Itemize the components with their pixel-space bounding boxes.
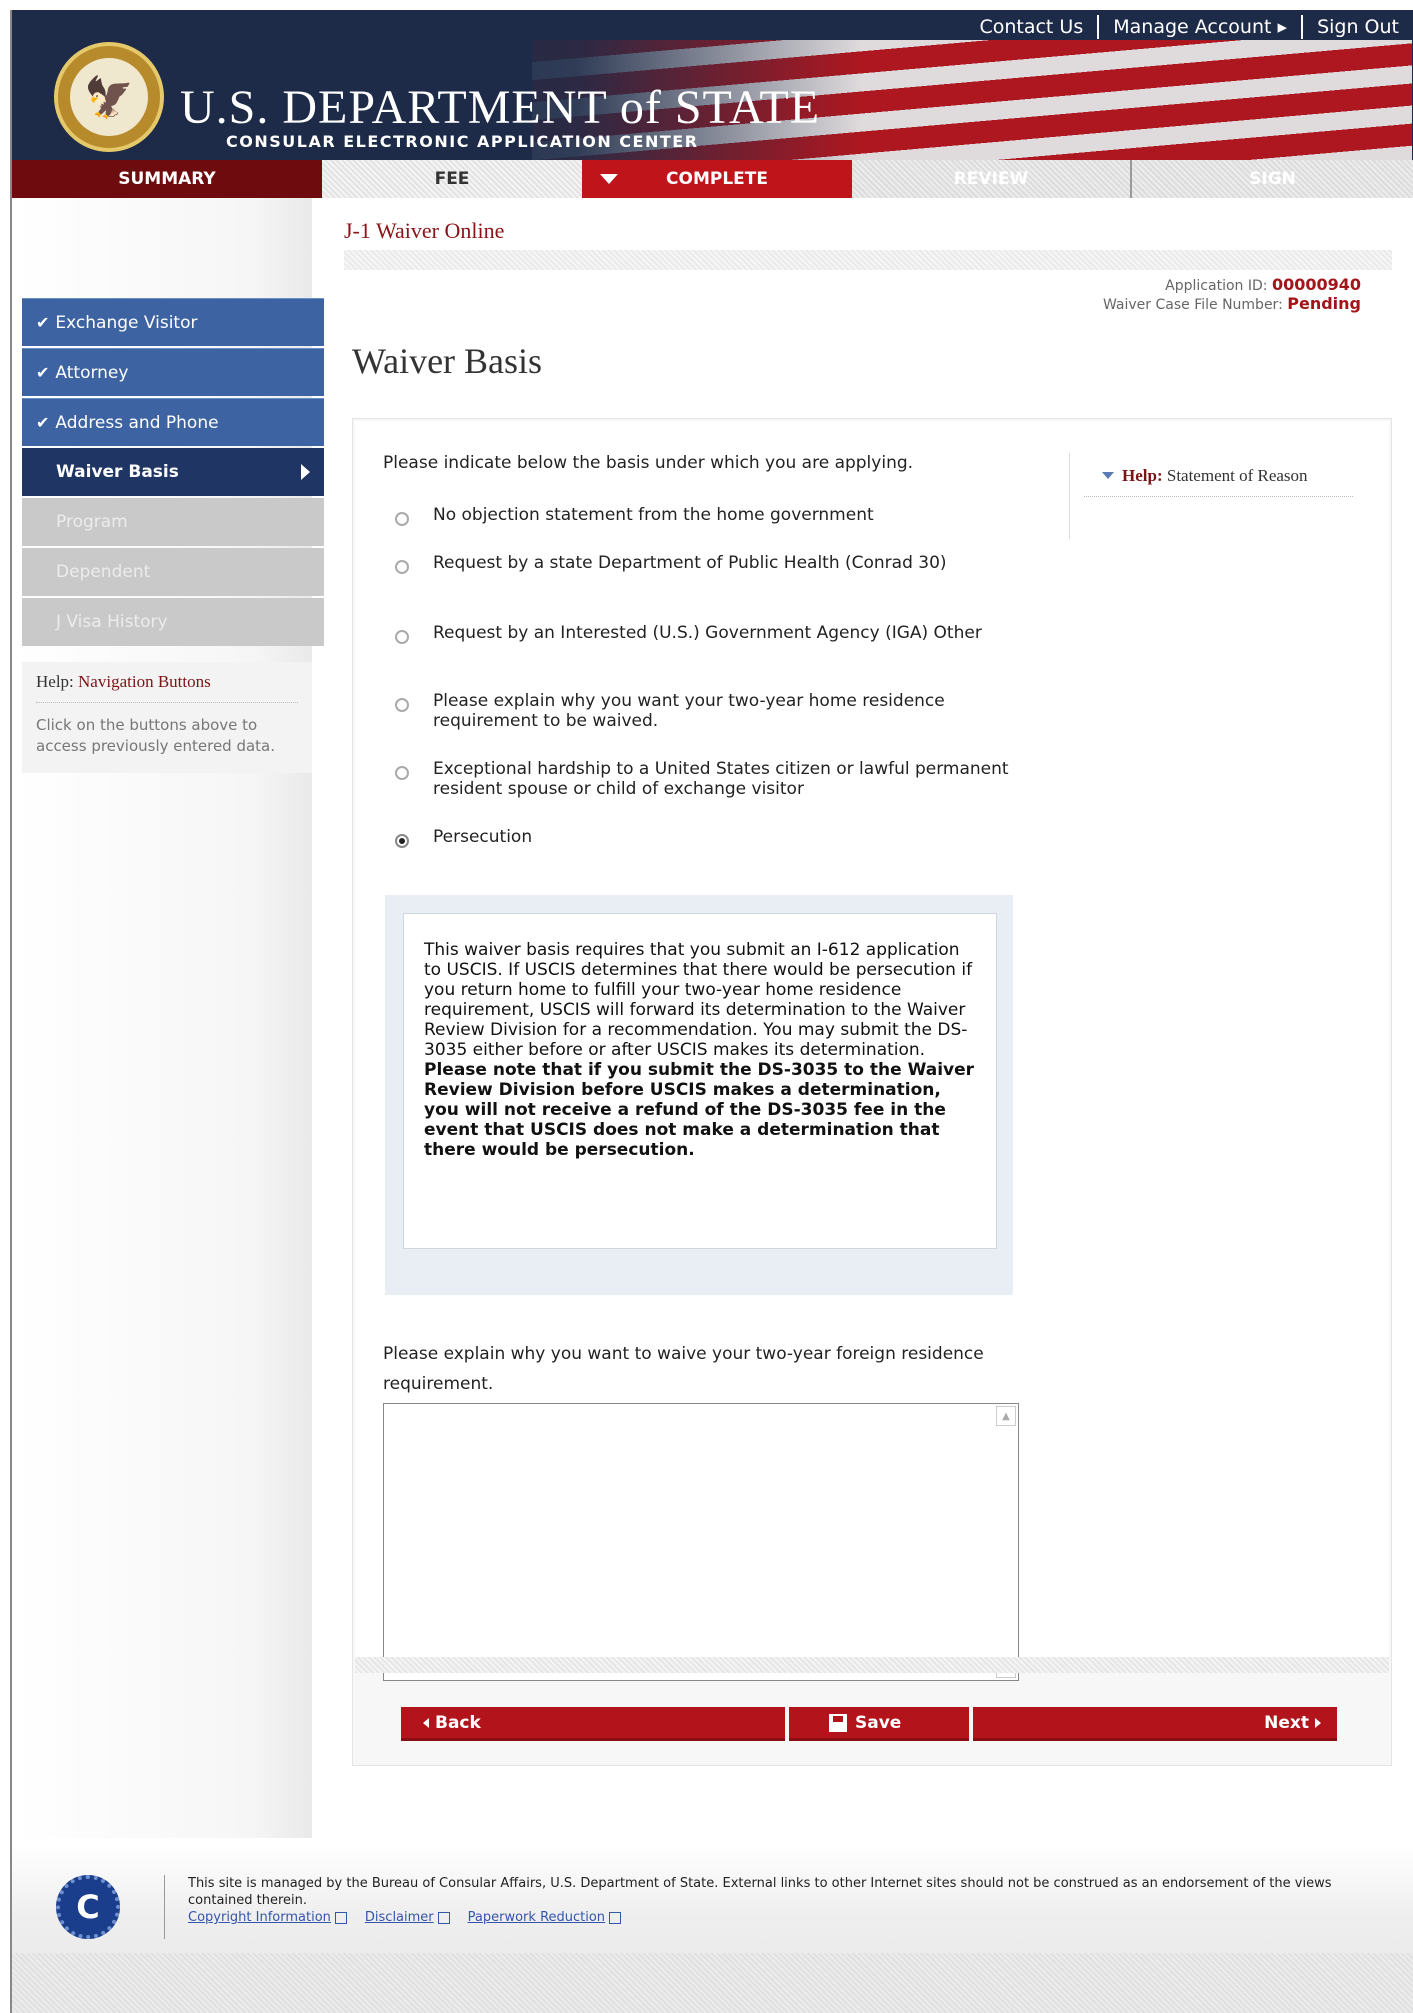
question-label: Please indicate below the basis under wh… [383,453,914,473]
case-file-number: Pending [1287,294,1361,313]
site-footer: C This site is managed by the Bureau of … [12,1845,1413,2013]
next-button[interactable]: Next [973,1707,1337,1741]
form-buttons: Back Save Next [401,1707,1337,1743]
back-button[interactable]: Back [401,1707,785,1741]
step-review: REVIEW [852,160,1132,198]
sign-out-link[interactable]: Sign Out [1303,16,1413,38]
external-link-icon [437,1911,450,1924]
explain-label: Please explain why you want to waive you… [383,1344,984,1394]
sidebar-item-dependent: Dependent [22,548,324,596]
triangle-left-icon [423,1717,429,1728]
external-link-icon [609,1911,622,1924]
save-button[interactable]: Save [789,1707,969,1741]
triangle-down-icon [1102,472,1114,479]
step-complete[interactable]: COMPLETE [582,160,852,198]
statement-of-reason-help-link[interactable]: Help: Statement of Reason [1084,453,1353,497]
consular-affairs-logo: C [56,1875,120,1939]
floppy-disk-icon [829,1713,847,1732]
option-persecution[interactable]: Persecution [395,827,1053,848]
statement-of-reason-help: Help: Statement of Reason [1069,453,1353,539]
option-explain[interactable]: Please explain why you want your two-yea… [395,691,1053,731]
option-iga[interactable]: Request by an Interested (U.S.) Governme… [395,623,1053,644]
navigation-help-title[interactable]: Help: Navigation Buttons [36,672,298,703]
sidebar-nav: ✔ Exchange Visitor ✔ Attorney ✔ Address and… [22,298,324,648]
arrow-right-icon [301,464,310,480]
radio-button[interactable] [395,698,409,712]
navigation-help-text: Click on the buttons above to access pre… [36,716,276,755]
sidebar-item-j-visa-history: J Visa History [22,598,324,646]
radio-button[interactable] [395,766,409,780]
application-id: 00000940 [1271,275,1361,294]
department-title: U.S. DEPARTMENT of STATE [180,81,821,134]
persecution-note-warning: Please note that if you submit the DS-30… [424,1060,975,1160]
step-summary[interactable]: SUMMARY [12,160,322,198]
radio-button-selected[interactable] [395,834,409,848]
radio-button[interactable] [395,512,409,526]
check-icon: ✔ [36,413,50,432]
department-subtitle: CONSULAR ELECTRONIC APPLICATION CENTER [226,132,699,151]
option-no-objection[interactable]: No objection statement from the home gov… [395,505,1053,526]
persecution-note-box: This waiver basis requires that you subm… [385,895,1013,1295]
footer-disclaimer-text: This site is managed by the Bureau of Co… [188,1876,1332,1908]
chevron-down-icon [600,174,618,184]
top-links: Contact Us Manage Account ▸ Sign Out [965,10,1413,44]
eagle-icon: 🦅 [70,58,148,136]
application-id-block: Application ID: 00000940 Waiver Case Fil… [1102,275,1361,313]
paperwork-reduction-link[interactable]: Paperwork Reduction [468,1909,622,1926]
check-icon: ✔ [36,313,50,332]
copyright-information-link[interactable]: Copyright Information [188,1909,347,1926]
option-conrad-30[interactable]: Request by a state Department of Public … [395,553,1053,574]
waiver-basis-panel: Please indicate below the basis under wh… [352,418,1392,1766]
disclaimer-link[interactable]: Disclaimer [365,1909,450,1926]
persecution-note-text: This waiver basis requires that you subm… [424,940,973,1060]
external-link-icon [334,1911,347,1924]
scroll-up-icon[interactable]: ▲ [996,1406,1016,1426]
department-seal-logo: 🦅 [54,42,164,152]
page: Contact Us Manage Account ▸ Sign Out 🦅 U… [10,10,1413,2013]
sidebar-item-waiver-basis[interactable]: Waiver Basis [22,448,324,496]
radio-button[interactable] [395,630,409,644]
application-name: J-1 Waiver Online [344,218,505,243]
progress-steps: SUMMARY FEE COMPLETE REVIEW SIGN [12,160,1413,198]
sidebar-item-address-and-phone[interactable]: ✔ Address and Phone [22,398,324,446]
step-fee[interactable]: FEE [322,160,582,198]
site-header: Contact Us Manage Account ▸ Sign Out 🦅 U… [12,10,1413,198]
manage-account-link[interactable]: Manage Account ▸ [1099,16,1301,38]
option-exceptional-hardship[interactable]: Exceptional hardship to a United States … [395,759,1053,799]
check-icon: ✔ [36,363,50,382]
navigation-help: Help: Navigation Buttons Click on the bu… [22,662,312,773]
explain-textarea[interactable]: ▲ ▼ [383,1403,1019,1681]
radio-button[interactable] [395,560,409,574]
step-sign: SIGN [1132,160,1413,198]
contact-us-link[interactable]: Contact Us [965,16,1097,38]
page-title: Waiver Basis [352,341,543,381]
caret-right-icon: ▸ [1277,16,1288,38]
sidebar-item-exchange-visitor[interactable]: ✔ Exchange Visitor [22,298,324,346]
sidebar-item-attorney[interactable]: ✔ Attorney [22,348,324,396]
triangle-right-icon [1315,1717,1321,1728]
sidebar-item-program: Program [22,498,324,546]
textarea-scrollbar[interactable]: ▲ ▼ [996,1406,1016,1678]
